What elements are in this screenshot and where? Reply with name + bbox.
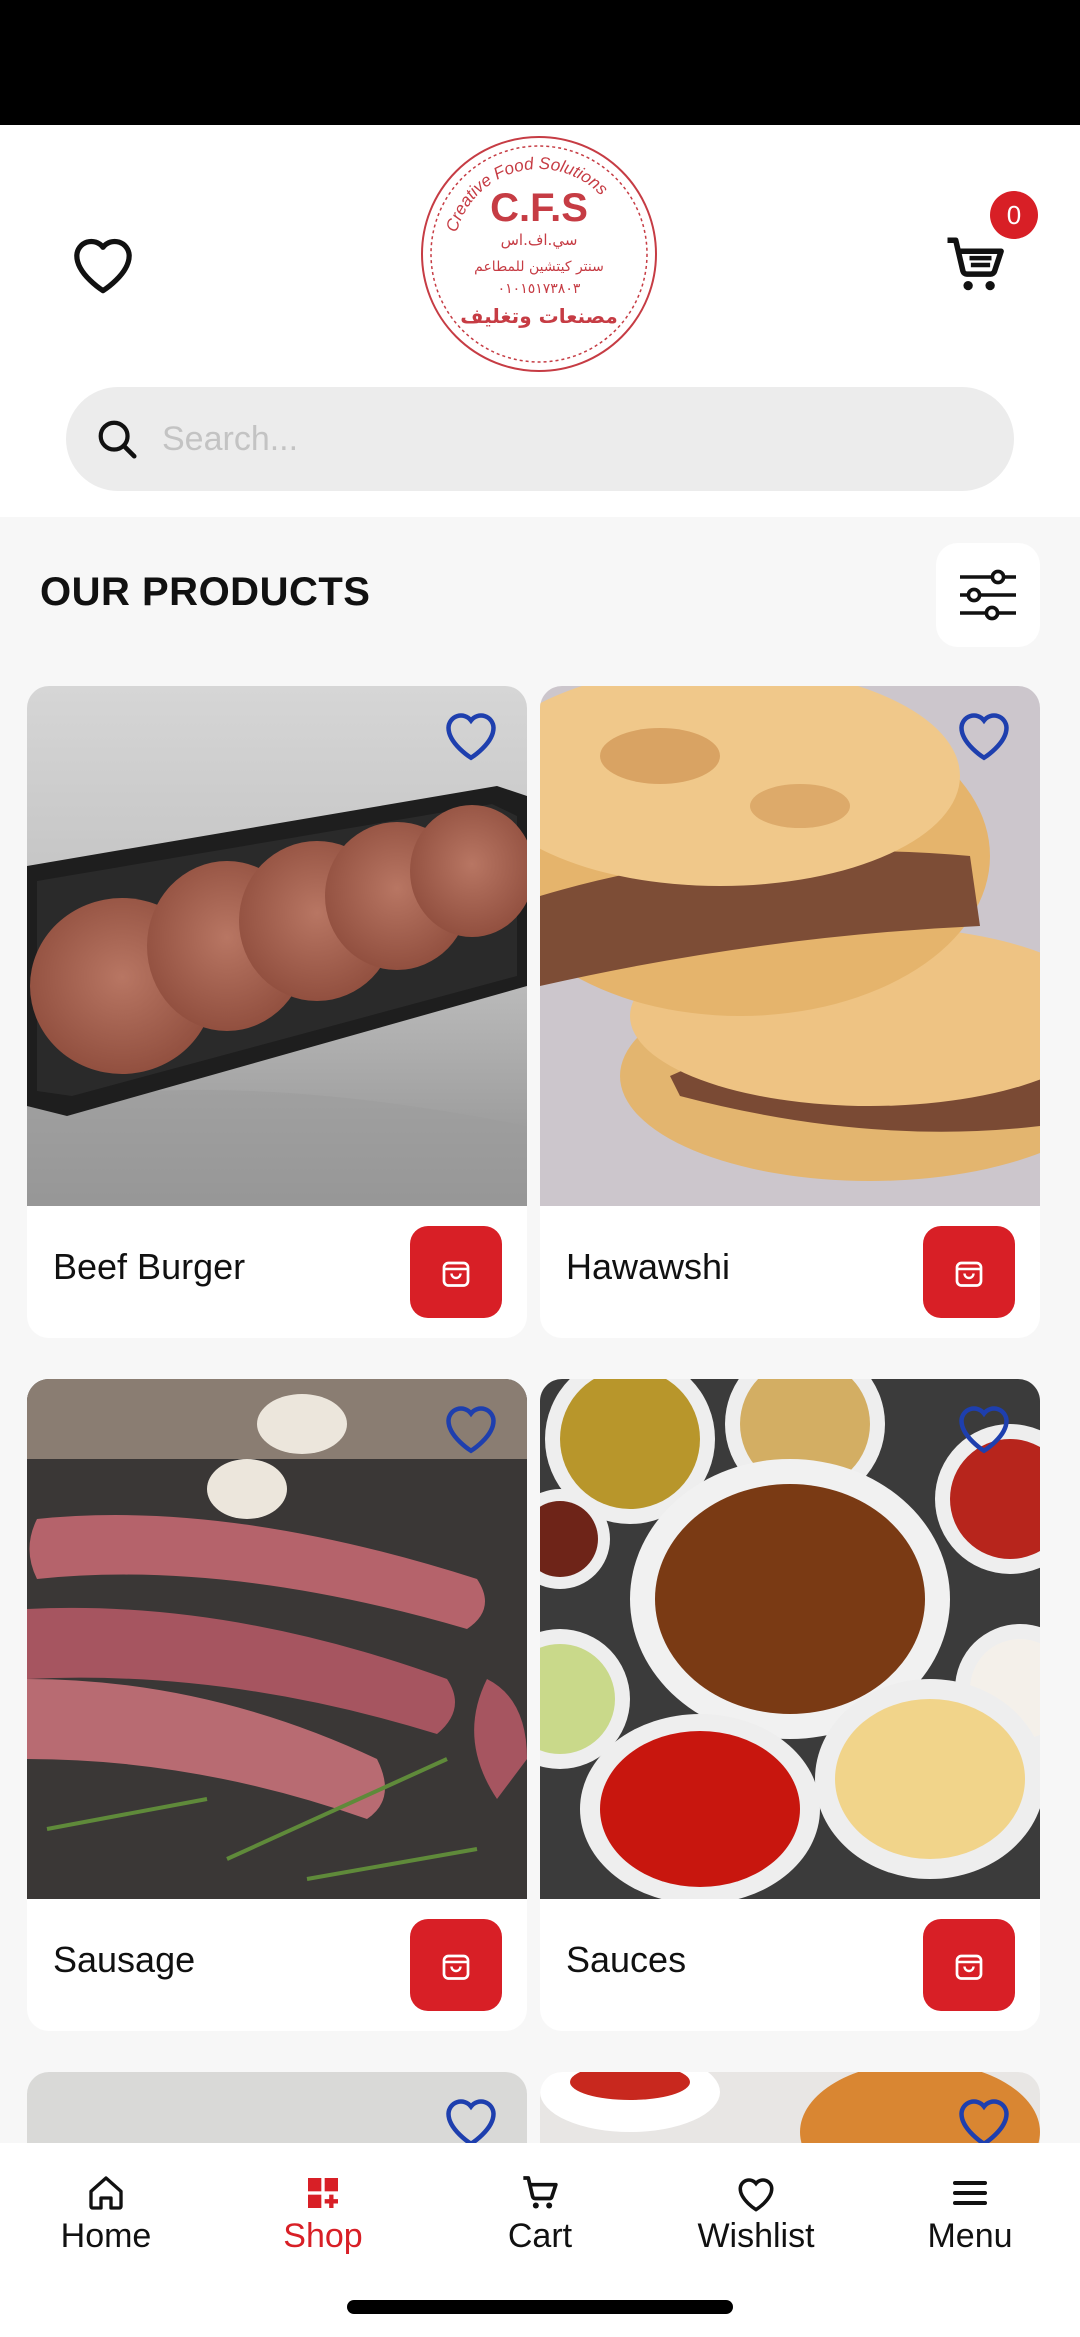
hamburger-menu-icon [953,2181,987,2205]
nav-shop-label: Shop [283,2217,363,2255]
section-title: OUR PRODUCTS [40,570,371,614]
nav-menu[interactable]: Menu [870,2173,1070,2263]
heart-icon [446,713,496,761]
add-to-cart-button[interactable] [410,1226,502,1318]
svg-text:سنتر كيتشين للمطاعم: سنتر كيتشين للمطاعم [474,259,604,275]
svg-text:٠١٠١٥١٧٣٨٠٣: ٠١٠١٥١٧٣٨٠٣ [498,281,581,297]
add-to-wishlist-button[interactable] [954,706,1014,766]
shopping-bag-icon [442,1261,470,1287]
product-card[interactable]: Beef Burger [27,686,527,1338]
heart-icon [959,1406,1009,1454]
nav-home-label: Home [60,2217,152,2255]
heart-icon [738,2178,774,2212]
product-card[interactable]: Sauces [540,1379,1040,2031]
heart-icon [73,238,132,293]
shopping-bag-icon [955,1261,983,1287]
shop-grid-icon [308,2178,338,2208]
product-name: Hawawshi [566,1246,731,1287]
add-to-cart-button[interactable] [410,1919,502,2011]
shopping-bag-icon [955,1954,983,1980]
product-card[interactable]: Sausage [27,1379,527,2031]
home-indicator [347,2300,733,2314]
nav-shop[interactable]: Shop [223,2173,423,2263]
product-name: Beef Burger [53,1246,246,1287]
app-header: Creative Food Solutions C.F.S سي.اف.اس س… [0,125,1080,517]
brand-logo: Creative Food Solutions C.F.S سي.اف.اس س… [421,136,657,372]
cart-icon [523,2176,558,2209]
product-name: Sausage [53,1939,196,1980]
product-name: Sauces [566,1939,687,1980]
nav-home[interactable]: Home [6,2173,206,2263]
nav-wishlist[interactable]: Wishlist [656,2173,856,2263]
add-to-cart-button[interactable] [923,1226,1015,1318]
sliders-icon [960,569,1016,621]
nav-cart[interactable]: Cart [440,2173,640,2263]
shopping-bag-icon [442,1954,470,1980]
add-to-wishlist-button[interactable] [441,1399,501,1459]
product-card[interactable]: Hawawshi [540,686,1040,1338]
add-to-wishlist-button[interactable] [954,1399,1014,1459]
search-bar[interactable] [66,387,1014,491]
nav-cart-label: Cart [507,2217,573,2255]
add-to-wishlist-button[interactable] [441,706,501,766]
wishlist-button[interactable] [60,220,145,305]
cart-icon [947,237,1004,291]
add-to-cart-button[interactable] [923,1919,1015,2011]
heart-icon [959,713,1009,761]
logo-brand: C.F.S [490,186,588,230]
nav-wishlist-label: Wishlist [697,2217,815,2255]
search-input[interactable] [162,419,942,459]
svg-text:سي.اف.اس: سي.اف.اس [501,231,578,250]
heart-icon [446,1406,496,1454]
search-icon [98,420,137,459]
home-icon [89,2176,123,2210]
status-bar [0,0,1080,125]
nav-menu-label: Menu [927,2217,1013,2255]
heart-icon [446,2099,496,2147]
filter-button[interactable] [936,543,1040,647]
svg-text:مصنعات وتغليف: مصنعات وتغليف [460,304,618,328]
cart-count-badge: 0 [990,191,1038,239]
heart-icon [959,2099,1009,2147]
